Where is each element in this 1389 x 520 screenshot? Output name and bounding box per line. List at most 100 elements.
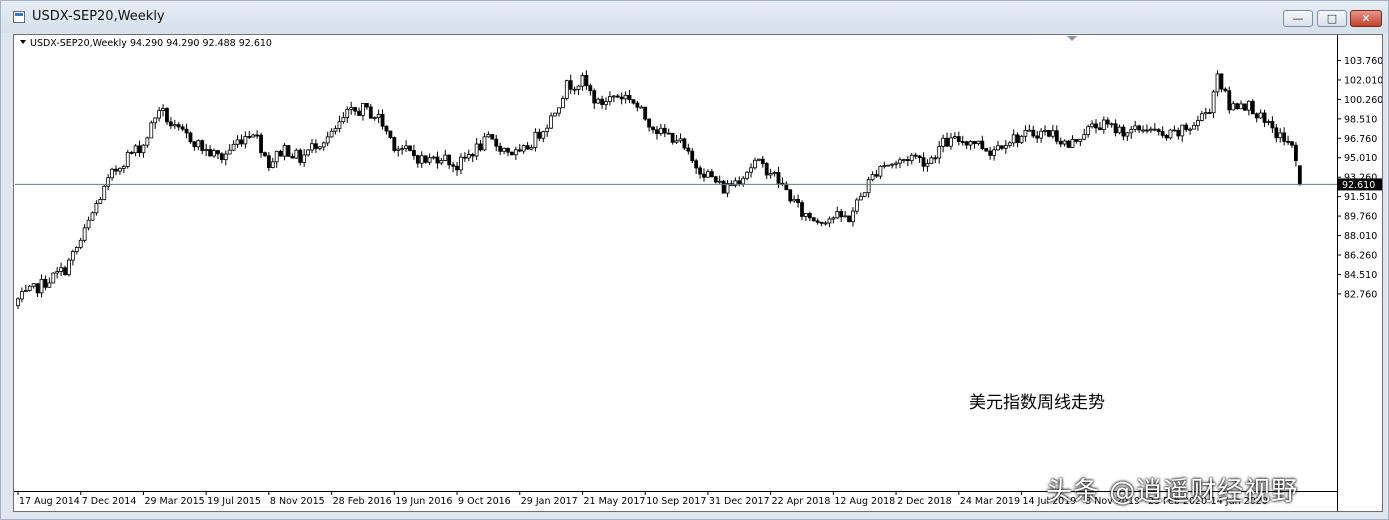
candle-body: [251, 134, 256, 138]
candle-body: [235, 139, 240, 145]
candle-body: [839, 211, 844, 218]
candle-body: [396, 148, 401, 151]
candle-body: [325, 136, 330, 144]
candle-body: [196, 140, 201, 148]
candle-body: [361, 102, 365, 116]
candle-body: [27, 285, 32, 291]
candle-body: [1156, 129, 1161, 132]
candle-body: [137, 145, 142, 154]
y-tick-label: 100.260: [1344, 95, 1382, 106]
candle-body: [145, 137, 150, 146]
candle-body: [639, 106, 644, 109]
candle-body: [1235, 103, 1240, 110]
candle-body: [329, 130, 334, 138]
candle-body: [572, 88, 577, 91]
window-titlebar[interactable]: USDX-SEP20,Weekly — □ ✕: [1, 1, 1388, 33]
candlestick-chart[interactable]: 103.760 102.010 100.260 98.510 96.760 95.010 9…: [14, 35, 1382, 511]
candle-body: [443, 154, 448, 161]
minimize-button[interactable]: —: [1283, 10, 1313, 27]
chart-area[interactable]: 103.760 102.010 100.260 98.510 96.760 95.010 9…: [13, 34, 1383, 512]
maximize-button[interactable]: □: [1317, 10, 1347, 27]
candle-body: [294, 149, 299, 159]
candle-body: [321, 142, 326, 148]
candle-body: [874, 174, 879, 177]
candle-body: [529, 146, 534, 150]
watermark-text: 头条 @逍遥财经视野: [1046, 477, 1299, 507]
candle-body: [337, 121, 342, 129]
candle-body: [1282, 132, 1287, 142]
candle-body: [431, 156, 436, 159]
candle-body: [1070, 139, 1075, 148]
candle-body: [16, 298, 20, 307]
candle-body: [796, 199, 800, 204]
candle-body: [1094, 123, 1098, 129]
candle-body: [1137, 125, 1142, 131]
candle-body: [968, 141, 973, 146]
candle-body: [310, 143, 314, 151]
candle-body: [78, 239, 83, 248]
candle-body: [67, 259, 71, 276]
candle-body: [129, 151, 134, 154]
candle-body: [459, 156, 463, 171]
candle-body: [576, 85, 581, 90]
candle-body: [964, 141, 969, 146]
candle-body: [972, 141, 977, 145]
candle-body: [623, 94, 628, 100]
x-tick-label: 2 Dec 2018: [897, 496, 952, 507]
candle-body: [427, 157, 432, 163]
candle-body: [611, 95, 616, 98]
candle-body: [1015, 134, 1020, 144]
candle-body: [929, 157, 934, 164]
y-tick-label: 96.760: [1344, 134, 1377, 145]
candle-body: [1086, 126, 1091, 135]
candle-body: [1286, 140, 1290, 143]
candle-body: [415, 155, 420, 164]
candle-body: [1196, 120, 1200, 126]
candle-body: [882, 165, 887, 168]
candle-body: [760, 158, 765, 164]
candle-body: [537, 131, 542, 139]
candle-body: [976, 140, 981, 145]
candle-body: [1239, 103, 1243, 110]
candle-body: [1129, 128, 1134, 134]
y-tick-label: 103.760: [1344, 56, 1382, 67]
y-tick-label: 88.010: [1344, 231, 1377, 242]
candle-body: [1223, 88, 1228, 92]
y-tick-label: 95.010: [1344, 153, 1377, 164]
candle-body: [435, 156, 440, 164]
candle-body: [1105, 119, 1110, 125]
candle-body: [1192, 125, 1196, 130]
close-button[interactable]: ✕: [1350, 10, 1382, 27]
candle-body: [823, 222, 828, 225]
candle-body: [153, 117, 158, 124]
candle-body: [510, 151, 514, 156]
candle-body: [1160, 131, 1165, 136]
candle-body: [952, 136, 957, 139]
x-tick-label: 19 Jun 2016: [395, 496, 452, 507]
candle-body: [270, 161, 275, 168]
candle-body: [753, 159, 757, 169]
candle-body: [956, 136, 961, 142]
candle-body: [615, 95, 620, 98]
candle-body: [1133, 125, 1138, 130]
candle-body: [788, 189, 793, 202]
candle-body: [725, 183, 730, 194]
candle-body: [223, 153, 228, 161]
candle-body: [59, 267, 64, 272]
candle-body: [949, 137, 953, 147]
candle-body: [364, 102, 369, 108]
candle-body: [212, 150, 216, 157]
candle-body: [462, 156, 467, 159]
candle-body: [384, 125, 389, 132]
candle-body: [408, 145, 412, 151]
candle-body: [114, 168, 118, 172]
candle-body: [878, 165, 883, 177]
candle-body: [674, 140, 679, 143]
y-tick-label: 82.760: [1344, 289, 1377, 300]
candle-body: [925, 163, 930, 167]
candle-body: [423, 155, 428, 163]
candle-body: [1090, 123, 1094, 128]
candle-body: [1188, 128, 1192, 131]
candle-body: [521, 145, 526, 152]
candle-body: [490, 134, 495, 140]
